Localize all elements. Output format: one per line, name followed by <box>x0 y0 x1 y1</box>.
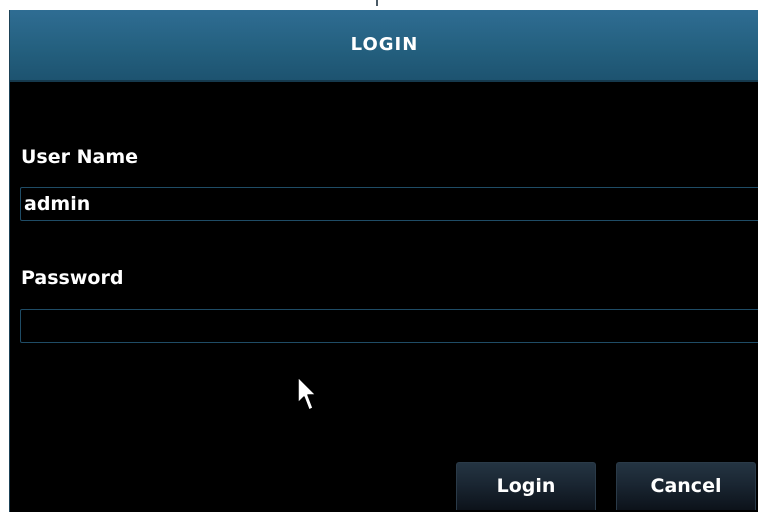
cancel-button[interactable]: Cancel <box>616 462 756 510</box>
login-dialog: LOGIN User Name admin Password Login Can… <box>9 10 758 512</box>
password-label: Password <box>21 267 124 289</box>
username-input[interactable]: admin <box>20 187 758 221</box>
mouse-pointer-icon <box>297 376 317 411</box>
dialog-title: LOGIN <box>350 34 419 55</box>
login-button[interactable]: Login <box>456 462 596 510</box>
window-top-marker <box>376 0 378 6</box>
username-label: User Name <box>21 146 139 168</box>
dialog-title-bar: LOGIN <box>10 10 758 82</box>
password-input[interactable] <box>20 309 758 343</box>
